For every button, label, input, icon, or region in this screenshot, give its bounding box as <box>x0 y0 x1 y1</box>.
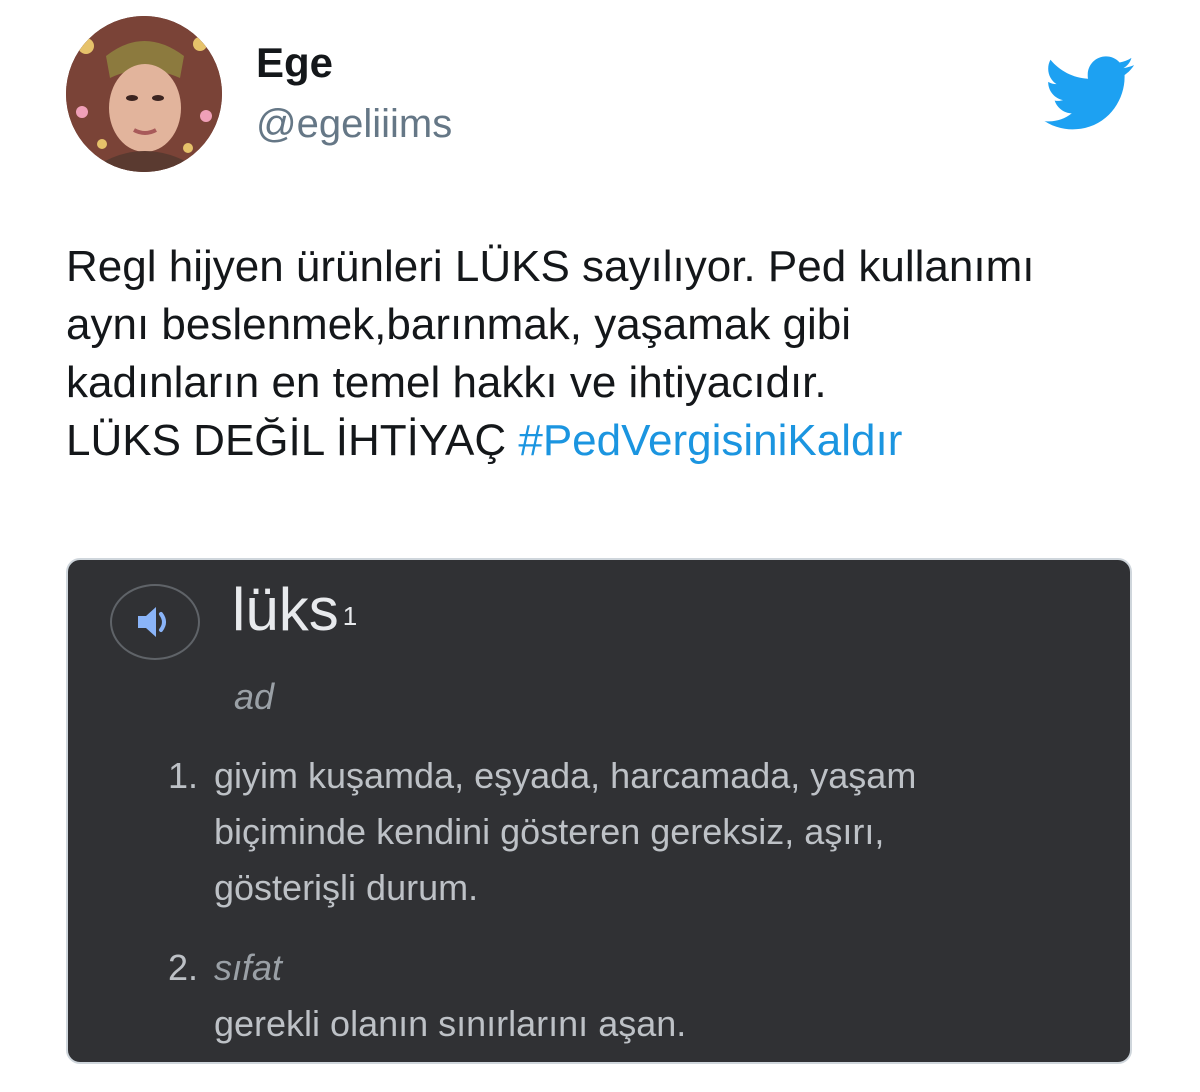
definition-number: 2. <box>167 947 198 988</box>
definition-line: gerekli olanın sınırlarını aşan. <box>214 1003 687 1044</box>
pronunciation-button[interactable] <box>110 584 200 660</box>
word-text: lüks <box>232 576 339 643</box>
user-handle[interactable]: @egeliiims <box>256 100 452 148</box>
speaker-icon <box>138 607 166 637</box>
hashtag-link[interactable]: #PedVergisiniKaldır <box>518 416 902 465</box>
display-name[interactable]: Ege <box>256 38 333 88</box>
tweet-line: kadınların en temel hakkı ve ihtiyacıdır… <box>66 358 827 407</box>
word-superscript: 1 <box>342 601 358 631</box>
definition-line: biçiminde kendini gösteren gereksiz, aşı… <box>214 811 885 852</box>
attached-image[interactable]: lüks 1 ad 1. giyim kuşamda, eşyada, harca… <box>66 558 1132 1064</box>
definition-text: sıfat gerekli olanın sınırlarını aşan. <box>214 940 1114 1052</box>
definition-line: gösterişli durum. <box>214 867 479 908</box>
tweet-line: Regl hijyen ürünleri LÜKS sayılıyor. Ped… <box>66 242 1035 291</box>
part-of-speech: ad <box>234 676 275 717</box>
avatar[interactable] <box>66 16 222 172</box>
definition-text: giyim kuşamda, eşyada, harcamada, yaşam … <box>214 748 1114 916</box>
definition-number: 1. <box>167 755 198 796</box>
twitter-bird-icon[interactable] <box>1044 56 1136 132</box>
definition-tag: sıfat <box>214 947 283 988</box>
avatar-photo <box>66 16 222 172</box>
dictionary-word: lüks 1 <box>232 574 357 646</box>
tweet-text: Regl hijyen ürünleri LÜKS sayılıyor. Ped… <box>66 238 1156 470</box>
tweet-card: Ege @egeliiims Regl hijyen ürünleri LÜKS… <box>0 0 1200 1092</box>
tweet-line-last: LÜKS DEĞİL İHTİYAÇ #PedVergisiniKaldır <box>66 412 1156 470</box>
tweet-line: aynı beslenmek,barınmak, yaşamak gibi <box>66 300 852 349</box>
definition-line: giyim kuşamda, eşyada, harcamada, yaşam <box>214 755 917 796</box>
tweet-text-slogan: LÜKS DEĞİL İHTİYAÇ <box>66 416 507 465</box>
